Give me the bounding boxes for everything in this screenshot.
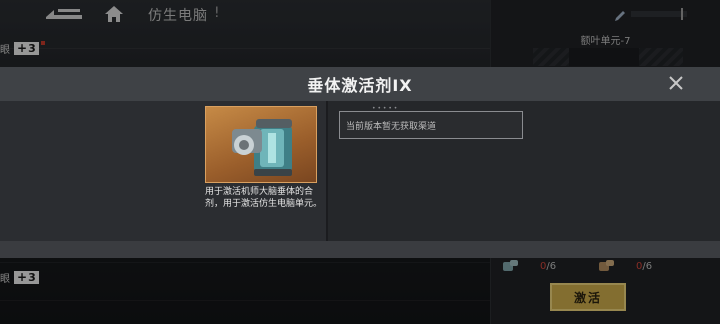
source-text: 当前版本暂无获取渠道 bbox=[346, 122, 437, 132]
pane-divider bbox=[326, 101, 328, 241]
modal-footer bbox=[0, 241, 720, 258]
modal-body: 用于激活机师大脑垂体的合剂，用于激活仿生电脑单元。 • • • • • 当前版本… bbox=[0, 101, 720, 241]
item-description: 用于激活机师大脑垂体的合剂，用于激活仿生电脑单元。 bbox=[205, 187, 323, 209]
item-image bbox=[205, 106, 317, 183]
modal-header: 垂体激活剂IX bbox=[0, 67, 720, 101]
source-box: 当前版本暂无获取渠道 bbox=[339, 111, 523, 139]
canister-icon bbox=[232, 119, 292, 176]
close-icon bbox=[669, 76, 683, 90]
item-info-pane: 用于激活机师大脑垂体的合剂，用于激活仿生电脑单元。 bbox=[0, 101, 326, 241]
modal-title: 垂体激活剂IX bbox=[307, 76, 413, 95]
close-button[interactable] bbox=[666, 73, 686, 93]
